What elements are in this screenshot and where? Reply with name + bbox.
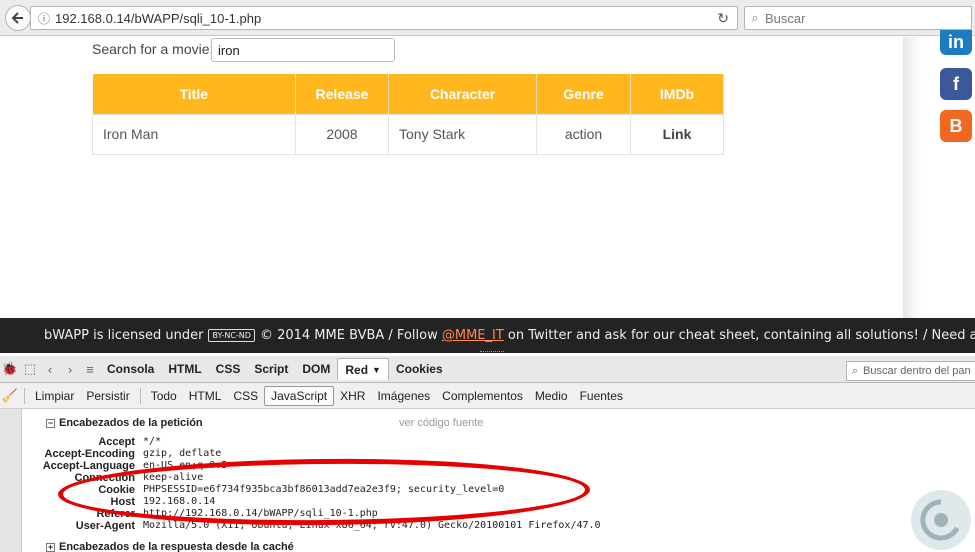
browser-toolbar: ⓘ 192.168.0.14/bWAPP/sqli_10-1.php ↻ ⌕ B… [0,0,975,36]
footer-license-text: bWAPP is licensed under [44,328,204,343]
inspect-icon[interactable]: ⬚ [20,361,40,377]
cache-headers-title: Encabezados de la respuesta desde la cac… [59,541,294,552]
header-name: User-Agent [75,520,135,532]
movie-search-input[interactable]: iron [211,38,395,62]
facebook-icon[interactable]: f [940,68,972,100]
cell-character: Tony Stark [388,113,537,155]
browser-search-placeholder: Buscar [765,10,806,26]
blogger-icon[interactable]: B [940,110,972,142]
filter-images[interactable]: Imágenes [371,387,436,405]
twitter-link[interactable]: @MME_IT [442,328,504,343]
search-icon: ⌕ [751,10,759,25]
separator [24,387,25,404]
nav-back-icon[interactable]: ‹ [40,362,60,377]
linkedin-icon[interactable]: in [940,30,972,55]
browser-search-input[interactable]: ⌕ Buscar [744,6,972,30]
view-source-link[interactable]: ver código fuente [399,417,483,429]
cell-release: 2008 [295,113,389,155]
separator [139,387,141,404]
imdb-link[interactable]: Link [630,113,724,155]
persist-button[interactable]: Persistir [80,387,135,405]
network-filter-bar: 🧹 Limpiar Persistir Todo HTML CSS JavaSc… [0,383,975,409]
cc-license-badge[interactable]: BY-NC-ND [208,329,255,342]
filter-html[interactable]: HTML [183,387,228,405]
panel-search-icon: ⌕ [851,364,859,377]
firebug-icon[interactable]: 🐞 [0,361,20,377]
filter-xhr[interactable]: XHR [334,387,371,405]
cell-genre: action [536,113,631,155]
reload-icon[interactable]: ↻ [717,10,729,27]
table-header-row: Title Release Character Genre IMDb [92,74,724,114]
request-headers-title: Encabezados de la petición [59,417,203,429]
watermark-logo-icon [911,490,971,550]
cell-title: Iron Man [92,113,296,155]
column-header-character: Character [388,74,537,114]
panel-resize-grip[interactable] [480,351,504,355]
clear-broom-icon[interactable]: 🧹 [0,388,20,404]
header-name: Accept-Language [42,460,135,472]
header-value: */* [143,436,162,447]
header-value: gzip, deflate [143,448,222,459]
header-row: Accept */* [28,436,601,448]
table-row: Iron Man 2008 Tony Stark action Link [92,113,724,155]
column-header-imdb: IMDb [630,74,724,114]
collapse-icon[interactable]: − [46,419,55,428]
filter-css[interactable]: CSS [227,387,264,405]
url-bar[interactable]: ⓘ 192.168.0.14/bWAPP/sqli_10-1.php ↻ [30,6,738,30]
tab-consola[interactable]: Consola [100,358,161,380]
filter-all[interactable]: Todo [145,387,183,405]
back-arrow-icon [11,12,23,24]
expand-icon[interactable]: + [46,543,55,552]
request-headers-section[interactable]: − Encabezados de la petición [46,417,203,429]
header-name: Accept [98,436,135,448]
tab-red[interactable]: Red ▼ [337,358,389,380]
firebug-tab-bar: 🐞 ⬚ ‹ › ≡ Consola HTML CSS Script DOM Re… [0,356,975,383]
search-label: Search for a movie: [92,41,214,57]
panel-search-input[interactable]: ⌕ Buscar dentro del pan [846,361,975,381]
filter-plugins[interactable]: Complementos [436,387,529,405]
page-footer: bWAPP is licensed under BY-NC-ND © 2014 … [0,318,975,353]
tab-dom[interactable]: DOM [295,358,337,380]
clear-button[interactable]: Limpiar [29,387,80,405]
panel-search-placeholder: Buscar dentro del pan [863,365,971,377]
tab-red-label: Red [345,362,369,377]
chevron-down-icon: ▼ [372,364,381,375]
footer-cheat-sheet-text: on Twitter and ask for our cheat sheet, … [507,328,975,343]
column-header-release: Release [295,74,389,114]
tab-cookies[interactable]: Cookies [389,358,450,380]
info-icon[interactable]: ⓘ [33,10,55,27]
tab-html[interactable]: HTML [161,358,208,380]
nav-forward-icon[interactable]: › [60,362,80,377]
column-header-title: Title [92,74,296,114]
footer-copyright-text: © 2014 MME BVBA / Follow [259,328,438,343]
url-text: 192.168.0.14/bWAPP/sqli_10-1.php [55,10,262,26]
header-name: Accept-Encoding [44,448,135,460]
tab-css[interactable]: CSS [209,358,248,380]
back-button[interactable] [5,5,31,31]
panel-gutter [0,409,22,552]
cache-headers-section[interactable]: + Encabezados de la respuesta desde la ca… [46,541,294,552]
movie-table: Title Release Character Genre IMDb Iron … [92,74,724,155]
filter-fonts[interactable]: Fuentes [574,387,629,405]
filter-javascript[interactable]: JavaScript [264,385,335,406]
filter-media[interactable]: Medio [529,387,574,405]
column-header-genre: Genre [536,74,631,114]
tab-script[interactable]: Script [247,358,295,380]
command-line-icon[interactable]: ≡ [80,362,100,377]
